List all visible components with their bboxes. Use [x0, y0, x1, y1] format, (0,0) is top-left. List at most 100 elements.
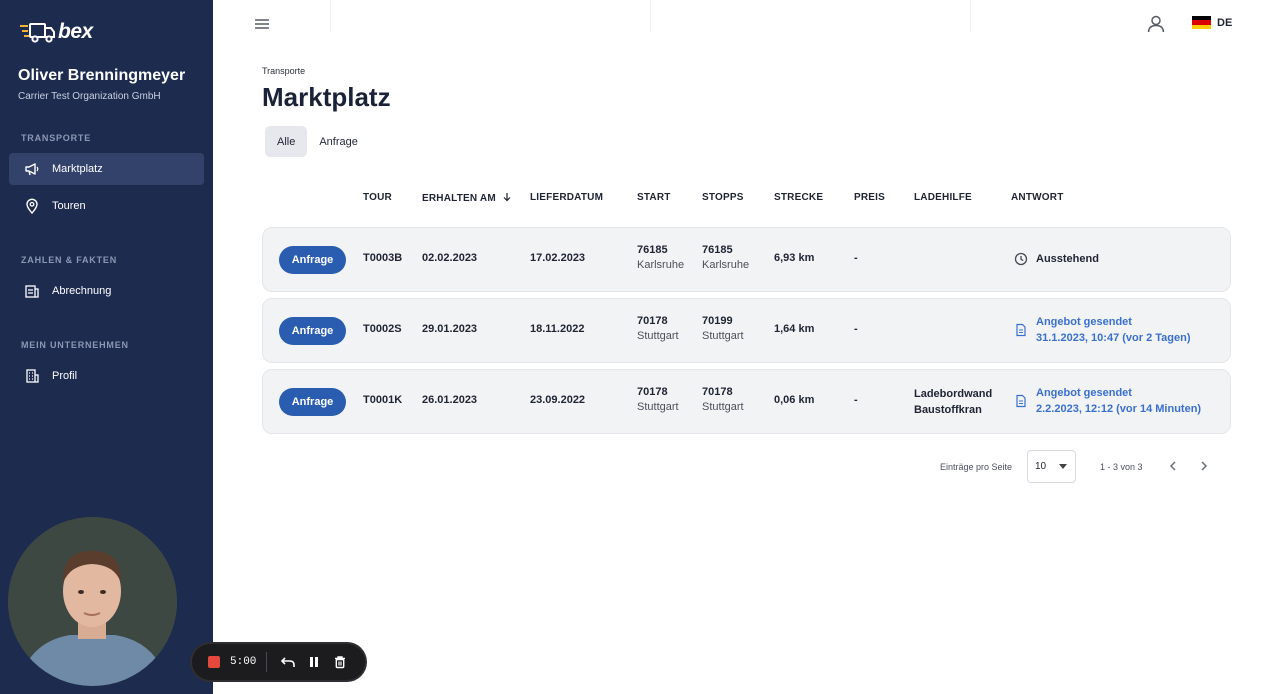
stop-recording-button[interactable]	[208, 656, 220, 668]
divider	[330, 0, 331, 32]
sidebar-item-label: Marktplatz	[52, 163, 103, 175]
start-city: Karlsruhe	[637, 259, 685, 271]
rows-per-page-value: 10	[1035, 461, 1047, 472]
column-header-loading[interactable]: LADEHILFE	[914, 192, 972, 203]
tab-anfrage[interactable]: Anfrage	[307, 126, 370, 157]
received-date: 02.02.2023	[422, 252, 478, 264]
table-row[interactable]: Anfrage T0001K 26.01.2023 23.09.2022 701…	[262, 369, 1231, 434]
table-row[interactable]: Anfrage T0002S 29.01.2023 18.11.2022 701…	[262, 298, 1231, 363]
section-zahlen-fakten: ZAHLEN & FAKTEN	[21, 255, 117, 265]
menu-toggle-button[interactable]	[253, 15, 271, 33]
webcam-overlay	[8, 517, 177, 686]
column-header-distance[interactable]: STRECKE	[774, 192, 823, 203]
stop-zip: 70199	[702, 315, 733, 327]
answer-link[interactable]: Angebot gesendet 2.2.2023, 12:12 (vor 14 …	[1036, 385, 1201, 417]
anfrage-button[interactable]: Anfrage	[279, 388, 346, 416]
account-button[interactable]	[1146, 14, 1166, 34]
stop-zip: 70178	[702, 386, 733, 398]
pause-button[interactable]	[301, 649, 327, 675]
stop-zip: 76185	[702, 244, 733, 256]
column-header-stops[interactable]: STOPPS	[702, 192, 744, 203]
answer-status[interactable]: Angebot gesendet 2.2.2023, 12:12 (vor 14 …	[1014, 385, 1201, 417]
sidebar-item-label: Abrechnung	[52, 285, 112, 297]
page-title: Marktplatz	[262, 82, 391, 112]
undo-button[interactable]	[275, 649, 301, 675]
tab-alle[interactable]: Alle	[265, 126, 308, 157]
truck-logo-icon	[20, 23, 55, 43]
delivery-date: 23.09.2022	[530, 394, 586, 406]
delete-recording-button[interactable]	[327, 649, 353, 675]
user-organization: Carrier Test Organization GmbH	[18, 91, 161, 102]
start-zip: 70178	[637, 315, 668, 327]
sidebar: bex Oliver Brenningmeyer Carrier Test Or…	[0, 0, 213, 694]
sidebar-item-marktplatz[interactable]: Marktplatz	[9, 153, 204, 185]
column-header-answer[interactable]: ANTWORT	[1011, 192, 1064, 203]
language-selector[interactable]: DE	[1192, 16, 1232, 29]
start-city: Stuttgart	[637, 401, 679, 413]
recording-controls: 5:00	[192, 644, 365, 680]
price: -	[854, 394, 858, 406]
loading-aid: Baustoffkran	[914, 404, 982, 416]
pause-icon	[310, 657, 319, 667]
sort-descending-icon	[503, 193, 511, 202]
sidebar-item-profil[interactable]: Profil	[9, 360, 204, 392]
section-transporte: TRANSPORTE	[21, 133, 92, 143]
table-header: TOUR ERHALTEN AM LIEFERDATUM START STOPP…	[0, 192, 1280, 206]
table-row[interactable]: Anfrage T0003B 02.02.2023 17.02.2023 761…	[262, 227, 1231, 292]
column-header-label: ERHALTEN AM	[422, 193, 496, 204]
column-header-tour[interactable]: TOUR	[363, 192, 392, 203]
column-header-price[interactable]: PREIS	[854, 192, 885, 203]
answer-status[interactable]: Angebot gesendet 31.1.2023, 10:47 (vor 2 …	[1014, 314, 1191, 346]
hamburger-menu-icon	[255, 19, 269, 29]
rows-per-page-select[interactable]: 10	[1027, 450, 1076, 483]
answer-text: Angebot gesendet	[1036, 387, 1132, 399]
next-page-button[interactable]	[1196, 458, 1212, 474]
brand-logo[interactable]: bex	[20, 20, 93, 44]
rows-per-page-label: Einträge pro Seite	[940, 462, 1013, 472]
start-location: 70178 Stuttgart	[637, 315, 679, 342]
previous-page-button[interactable]	[1165, 458, 1181, 474]
tour-id: T0003B	[363, 252, 403, 264]
user-icon	[1147, 15, 1165, 33]
sidebar-item-label: Profil	[52, 370, 78, 382]
section-mein-unternehmen: MEIN UNTERNEHMEN	[21, 340, 129, 350]
distance: 0,06 km	[774, 394, 815, 406]
start-city: Stuttgart	[637, 330, 679, 342]
filter-tabs: Alle Anfrage	[265, 126, 370, 157]
answer-status: Ausstehend	[1014, 251, 1099, 267]
delivery-date: 17.02.2023	[530, 252, 586, 264]
stop-city: Stuttgart	[702, 330, 744, 342]
start-location: 70178 Stuttgart	[637, 386, 679, 413]
sidebar-item-abrechnung[interactable]: Abrechnung	[9, 275, 204, 307]
chevron-right-icon	[1201, 461, 1208, 471]
column-header-received[interactable]: ERHALTEN AM	[422, 192, 512, 204]
tour-id: T0001K	[363, 394, 403, 406]
received-date: 26.01.2023	[422, 394, 478, 406]
language-label: DE	[1217, 16, 1233, 29]
divider	[970, 0, 971, 32]
stop-location: 76185 Karlsruhe	[702, 244, 749, 271]
price: -	[854, 252, 858, 264]
anfrage-button[interactable]: Anfrage	[279, 317, 346, 345]
distance: 6,93 km	[774, 252, 815, 264]
column-header-delivery[interactable]: LIEFERDATUM	[530, 192, 603, 203]
loading-aids: Ladebordwand Baustoffkran	[914, 386, 992, 418]
stop-city: Karlsruhe	[702, 259, 750, 271]
column-header-start[interactable]: START	[637, 192, 671, 203]
start-zip: 76185	[637, 244, 668, 256]
breadcrumb[interactable]: Transporte	[262, 66, 305, 76]
app-root: bex Oliver Brenningmeyer Carrier Test Or…	[0, 0, 1280, 694]
answer-link[interactable]: Angebot gesendet 31.1.2023, 10:47 (vor 2 …	[1036, 314, 1191, 346]
divider	[650, 0, 651, 32]
distance: 1,64 km	[774, 323, 815, 335]
stop-city: Stuttgart	[702, 401, 744, 413]
trash-icon	[335, 656, 346, 669]
recording-timer: 5:00	[230, 656, 257, 668]
user-name: Oliver Brenningmeyer	[18, 67, 186, 84]
undo-icon	[281, 657, 296, 667]
answer-text: Ausstehend	[1036, 253, 1099, 265]
tour-id: T0002S	[363, 323, 402, 335]
anfrage-button[interactable]: Anfrage	[279, 246, 346, 274]
answer-timestamp: 31.1.2023, 10:47 (vor 2 Tagen)	[1036, 332, 1191, 344]
chevron-down-icon	[1059, 464, 1067, 469]
